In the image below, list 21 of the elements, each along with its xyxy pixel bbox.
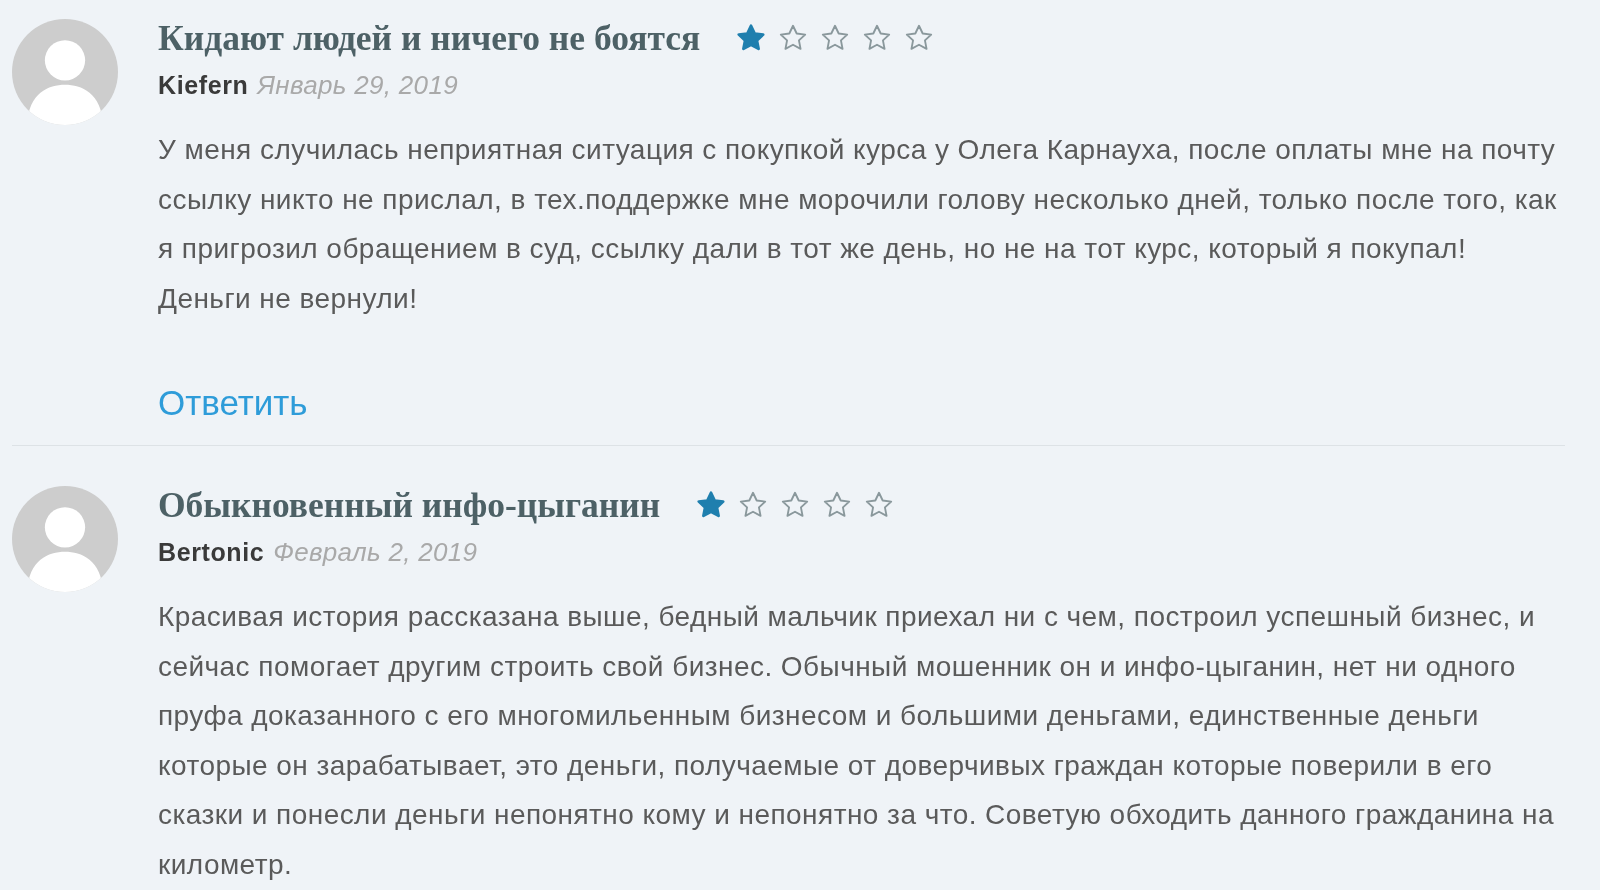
star-icon <box>904 23 935 53</box>
reply-link[interactable]: Ответить <box>158 383 308 423</box>
star-icon <box>864 490 895 520</box>
avatar-icon <box>12 19 118 125</box>
star-icon <box>778 23 809 53</box>
review-text: У меня случилась неприятная ситуация с покупкой курса у Олега Карнауха, после оплаты мне на почту ссылку никто не прислал, в тех.поддержке мне морочили голову несколько дней, только после того, как я пригрозил обращением в суд, ссылку дали в тот же день, но не на тот курс, который я покупал! Деньги не вернули! <box>158 133 1558 316</box>
star-icon <box>736 23 767 53</box>
avatar-icon <box>12 486 118 592</box>
author-name: Bertonic <box>158 537 265 567</box>
review-text: Красивая история рассказана выше, бедный мальчик приехал ни с чем, построил успешный бизнес, и сейчас помогает другим строить свой бизнес. Обычный мошенник он и инфо-цыганин, нет ни одного пруфа доказанного с его многомильенным бизнесом и большими деньгами, единственные деньги которые он зарабатывает, это деньги, получаемые от доверчивых граждан которые поверили в его сказки и понесли деньги непонятно кому и непонятно за что. Советую обходить данного гражданина на километр. <box>158 600 1555 882</box>
author-name: Kiefern <box>158 70 249 100</box>
review-title: Кидают людей и ничего не боятся <box>158 18 701 58</box>
star-icon <box>696 490 727 520</box>
review-title: Обыкновенный инфо-цыганин <box>158 485 661 525</box>
star-icon <box>822 490 853 520</box>
star-icon <box>738 490 769 520</box>
review-date: Январь 29, 2019 <box>257 70 458 100</box>
star-icon <box>820 23 851 53</box>
star-icon <box>862 23 893 53</box>
star-icon <box>780 490 811 520</box>
review-date: Февраль 2, 2019 <box>273 537 478 567</box>
